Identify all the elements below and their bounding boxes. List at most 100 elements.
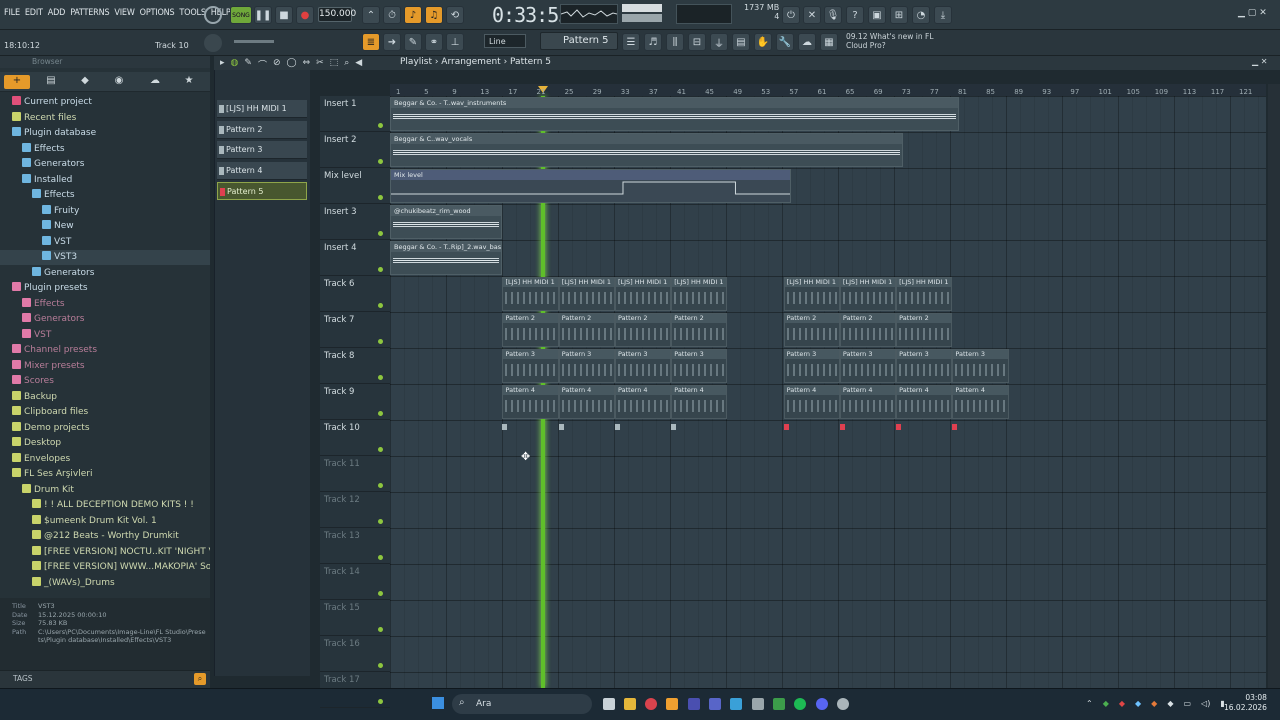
play-arrow-icon[interactable]: ▸ bbox=[220, 58, 225, 71]
master-volume-knob[interactable] bbox=[204, 6, 222, 24]
pattern-clip[interactable]: Pattern 3 bbox=[783, 349, 840, 383]
browser-item[interactable]: Effects bbox=[0, 297, 210, 312]
browser-item[interactable]: Channel presets bbox=[0, 343, 210, 358]
browser-item[interactable]: @212 Beats - Worthy Drumkit bbox=[0, 529, 210, 544]
track-enable-led[interactable] bbox=[378, 195, 383, 200]
track-enable-led[interactable] bbox=[378, 447, 383, 452]
pattern-clip[interactable]: Pattern 3 bbox=[952, 349, 1009, 383]
browser-item[interactable]: Fruity bbox=[0, 204, 210, 219]
plugin-button[interactable]: ⊞ bbox=[890, 6, 908, 24]
pattern-clip[interactable]: Pattern 3 bbox=[502, 349, 559, 383]
main-volume-fader[interactable] bbox=[234, 40, 274, 43]
menu-tools[interactable]: TOOLS bbox=[179, 8, 206, 18]
menu-edit[interactable]: EDIT bbox=[25, 8, 43, 18]
track-header[interactable]: Track 9 bbox=[320, 384, 390, 420]
wait-input-button[interactable]: ⏱ bbox=[383, 6, 401, 24]
pattern-clip[interactable]: Pattern 2 bbox=[614, 313, 672, 347]
stamp-tool-button[interactable]: ⊥ bbox=[446, 33, 464, 51]
track-header[interactable]: Track 12 bbox=[320, 492, 390, 528]
browser-tab-all[interactable]: + bbox=[4, 75, 30, 89]
track-header[interactable]: Mix level bbox=[320, 168, 390, 204]
news-icon-button[interactable]: ▦ bbox=[820, 33, 838, 51]
record-button[interactable]: ● bbox=[296, 6, 314, 24]
pattern5-marker[interactable] bbox=[896, 424, 902, 430]
settings-icon[interactable] bbox=[837, 698, 849, 710]
track-header[interactable]: Track 11 bbox=[320, 456, 390, 492]
track-header[interactable]: Insert 2 bbox=[320, 132, 390, 168]
track-enable-led[interactable] bbox=[378, 555, 383, 560]
mute-icon[interactable]: ◯ bbox=[287, 58, 297, 71]
track-enable-led[interactable] bbox=[378, 303, 383, 308]
magnet-icon[interactable]: ◍ bbox=[231, 58, 239, 71]
pattern-clip[interactable]: Pattern 4 bbox=[558, 385, 615, 419]
pattern-clip[interactable]: Pattern 4 bbox=[783, 385, 840, 419]
track-header[interactable]: Track 15 bbox=[320, 600, 390, 636]
pattern-clip[interactable]: Pattern 2 bbox=[896, 313, 953, 347]
spotify-icon[interactable] bbox=[794, 698, 806, 710]
taskbar-search[interactable] bbox=[452, 694, 592, 714]
calculator-icon[interactable] bbox=[752, 698, 764, 710]
slice-icon[interactable]: ✂ bbox=[316, 58, 324, 71]
pattern5-marker[interactable] bbox=[839, 424, 845, 430]
cloud-button[interactable]: ☁ bbox=[798, 33, 816, 51]
mixer-view-button[interactable]: ⫼ bbox=[666, 33, 684, 51]
audio-clip[interactable]: Beggar & C..wav_vocals bbox=[390, 133, 904, 167]
browser-tab-favorites[interactable]: ★ bbox=[176, 75, 202, 89]
browser-item[interactable]: Envelopes bbox=[0, 452, 210, 467]
vertical-scrollbar[interactable] bbox=[1268, 84, 1280, 688]
track-enable-led[interactable] bbox=[378, 663, 383, 668]
playlist-view-button[interactable]: ≣ bbox=[362, 33, 380, 51]
browser-item[interactable]: VST3 bbox=[0, 250, 210, 265]
tray-expand-icon[interactable]: ⌃ bbox=[1086, 699, 1093, 708]
pattern-clip[interactable]: Pattern 4 bbox=[839, 385, 897, 419]
audio-clip[interactable]: Beggar & Co. - T..Rip]_2.wav_bass bbox=[390, 241, 503, 275]
countdown-button[interactable]: ♪ bbox=[404, 6, 422, 24]
loop-record-button[interactable]: ⟲ bbox=[446, 6, 464, 24]
slip-icon[interactable]: ⇔ bbox=[303, 58, 311, 71]
pattern-clip[interactable]: Pattern 3 bbox=[896, 349, 953, 383]
automation-clip[interactable]: Mix level bbox=[390, 169, 791, 203]
brush-icon[interactable]: ⌒ bbox=[258, 58, 267, 71]
track-header[interactable]: Track 14 bbox=[320, 564, 390, 600]
pencil-icon[interactable]: ✎ bbox=[244, 58, 252, 71]
track-enable-led[interactable] bbox=[378, 483, 383, 488]
search-icon[interactable]: ⌕ bbox=[194, 673, 206, 685]
plugin-picker-button[interactable]: ⏚ bbox=[710, 33, 728, 51]
menu-view[interactable]: VIEW bbox=[114, 8, 134, 18]
track-header[interactable]: Track 8 bbox=[320, 348, 390, 384]
pattern5-marker[interactable] bbox=[671, 424, 677, 430]
picker-pattern[interactable]: Pattern 2 bbox=[217, 120, 307, 139]
master-pitch-slider[interactable] bbox=[622, 4, 662, 12]
maximize-icon[interactable]: ▢ bbox=[1248, 8, 1257, 18]
track-enable-led[interactable] bbox=[378, 231, 383, 236]
pattern-clip[interactable]: Pattern 3 bbox=[558, 349, 615, 383]
pattern-clip[interactable]: Pattern 4 bbox=[896, 385, 953, 419]
excel-icon[interactable] bbox=[773, 698, 785, 710]
channel-rack-button[interactable]: ☰ bbox=[622, 33, 640, 51]
browser-item[interactable]: Generators bbox=[0, 312, 210, 327]
browser-item[interactable]: Plugin presets bbox=[0, 281, 210, 296]
opera-icon[interactable] bbox=[645, 698, 657, 710]
browser-item[interactable]: Mixer presets bbox=[0, 359, 210, 374]
track-enable-led[interactable] bbox=[378, 411, 383, 416]
browser-tab-cloud[interactable]: ☁ bbox=[142, 75, 168, 89]
browser-item[interactable]: Plugin database bbox=[0, 126, 210, 141]
select-icon[interactable]: ⬚ bbox=[330, 58, 339, 71]
pattern5-marker[interactable] bbox=[783, 424, 789, 430]
track-enable-led[interactable] bbox=[378, 159, 383, 164]
master-volume-slider[interactable] bbox=[622, 14, 662, 22]
track-enable-led[interactable] bbox=[378, 519, 383, 524]
audio-clip[interactable]: Beggar & Co. - T..wav_instruments bbox=[390, 97, 960, 131]
pattern-clip[interactable]: [LJS] HH MIDI 1 bbox=[502, 277, 559, 311]
pattern-clip[interactable]: Pattern 2 bbox=[558, 313, 615, 347]
pattern5-marker[interactable] bbox=[558, 424, 564, 430]
fl-studio-icon[interactable] bbox=[666, 698, 678, 710]
project-button[interactable]: ▤ bbox=[732, 33, 750, 51]
picker-pattern[interactable]: Pattern 4 bbox=[217, 161, 307, 180]
pitch-knob[interactable] bbox=[204, 34, 222, 52]
track-enable-led[interactable] bbox=[378, 627, 383, 632]
draw-tool-button[interactable]: ✎ bbox=[404, 33, 422, 51]
windows-start-icon[interactable] bbox=[432, 697, 444, 709]
task-view-icon[interactable] bbox=[603, 698, 615, 710]
track-header[interactable]: Track 6 bbox=[320, 276, 390, 312]
